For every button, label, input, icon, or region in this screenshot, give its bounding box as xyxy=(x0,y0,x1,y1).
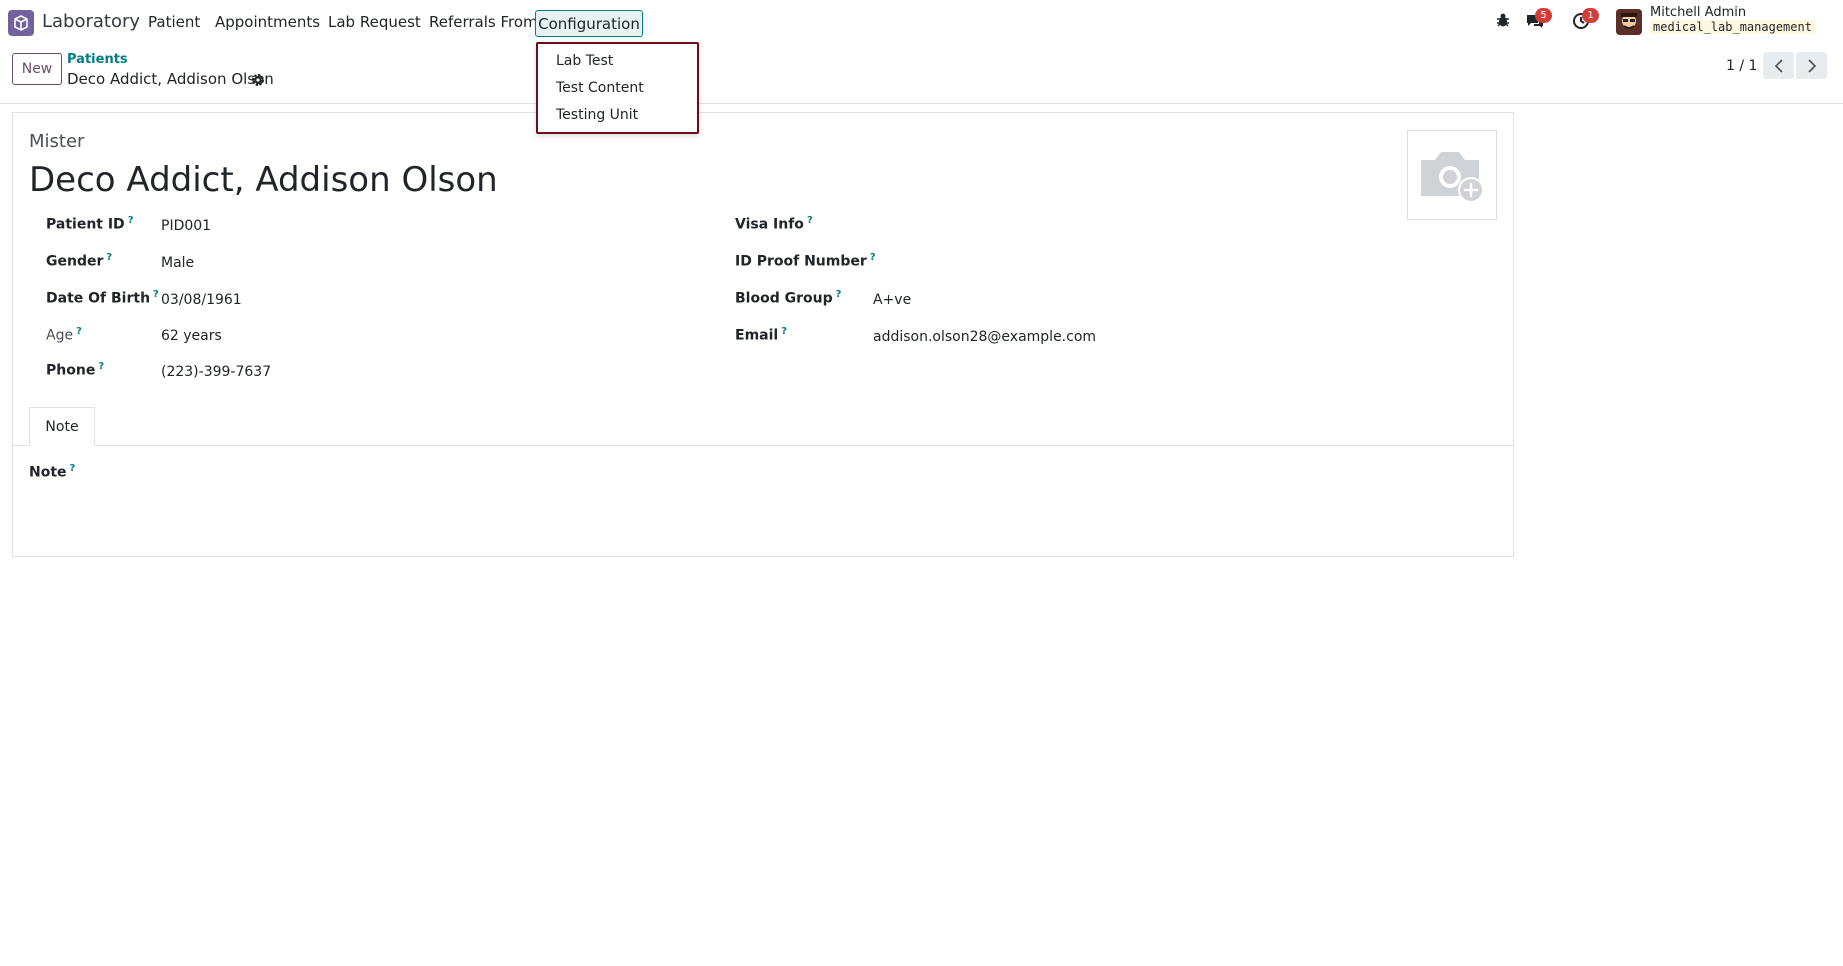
tab-note[interactable]: Note xyxy=(29,407,95,446)
note-textarea[interactable] xyxy=(29,488,1499,538)
label-blood-group: Blood Group? xyxy=(735,289,842,307)
user-name[interactable]: Mitchell Admin xyxy=(1650,5,1746,20)
label-email: Email? xyxy=(735,326,788,344)
breadcrumb-patients[interactable]: Patients xyxy=(67,52,128,67)
value-blood-group[interactable]: A+ve xyxy=(873,292,911,308)
chevron-left-icon xyxy=(1774,58,1783,73)
value-email[interactable]: addison.olson28@example.com xyxy=(873,329,1096,345)
nav-item-configuration[interactable]: Configuration xyxy=(535,10,643,37)
nav-item-patient[interactable]: Patient xyxy=(148,13,200,31)
value-phone[interactable]: (223)-399-7637 xyxy=(161,364,271,380)
value-date-of-birth[interactable]: 03/08/1961 xyxy=(161,292,242,308)
value-patient-id[interactable]: PID001 xyxy=(161,218,211,234)
value-gender[interactable]: Male xyxy=(161,255,194,271)
tab-divider xyxy=(13,445,1513,446)
label-patient-id: Patient ID? xyxy=(46,215,134,233)
breadcrumb-current: Deco Addict, Addison Olson xyxy=(67,70,274,88)
camera-add-icon xyxy=(1421,152,1484,203)
pager-value[interactable]: 1 / 1 xyxy=(1726,58,1757,74)
new-button[interactable]: New xyxy=(12,53,62,85)
dropdown-item-testing-unit[interactable]: Testing Unit xyxy=(556,107,638,123)
pager-prev-button[interactable] xyxy=(1763,52,1794,79)
top-navbar: Laboratory Patient Appointments Lab Requ… xyxy=(0,0,1843,44)
bug-icon[interactable] xyxy=(1495,12,1515,32)
app-name[interactable]: Laboratory xyxy=(42,11,140,32)
title-prefix[interactable]: Mister xyxy=(29,131,84,152)
configuration-dropdown: Lab Test Test Content Testing Unit xyxy=(536,42,699,134)
clock-icon[interactable]: 1 xyxy=(1572,8,1599,32)
patient-photo-upload[interactable] xyxy=(1407,130,1497,220)
chat-icon[interactable]: 5 xyxy=(1525,8,1552,32)
label-visa-info: Visa Info? xyxy=(735,215,813,233)
value-age: 62 years xyxy=(161,328,222,344)
dropdown-item-lab-test[interactable]: Lab Test xyxy=(556,53,613,69)
pager-next-button[interactable] xyxy=(1796,52,1827,79)
user-avatar[interactable] xyxy=(1616,9,1642,35)
chevron-right-icon xyxy=(1807,58,1816,73)
label-date-of-birth: Date Of Birth? xyxy=(46,289,159,307)
dropdown-item-test-content[interactable]: Test Content xyxy=(556,80,644,96)
patient-name[interactable]: Deco Addict, Addison Olson xyxy=(29,160,498,200)
label-note: Note? xyxy=(29,463,76,481)
nav-item-appointments[interactable]: Appointments xyxy=(215,13,320,31)
label-age: Age? xyxy=(46,326,82,344)
nav-item-referrals-from[interactable]: Referrals From xyxy=(429,13,538,31)
form-sheet: Mister Deco Addict, Addison Olson Patien… xyxy=(12,112,1514,557)
label-phone: Phone? xyxy=(46,361,105,379)
messages-count-badge: 5 xyxy=(1535,8,1552,23)
label-id-proof-number: ID Proof Number? xyxy=(735,252,876,270)
control-panel: New Patients Deco Addict, Addison Olson … xyxy=(0,44,1843,104)
nav-item-lab-request[interactable]: Lab Request xyxy=(328,13,421,31)
app-logo-icon[interactable] xyxy=(8,10,34,36)
gear-icon[interactable] xyxy=(251,72,265,86)
label-gender: Gender? xyxy=(46,252,113,270)
activity-count-badge: 1 xyxy=(1582,8,1599,23)
database-name: medical_lab_management xyxy=(1650,20,1815,34)
